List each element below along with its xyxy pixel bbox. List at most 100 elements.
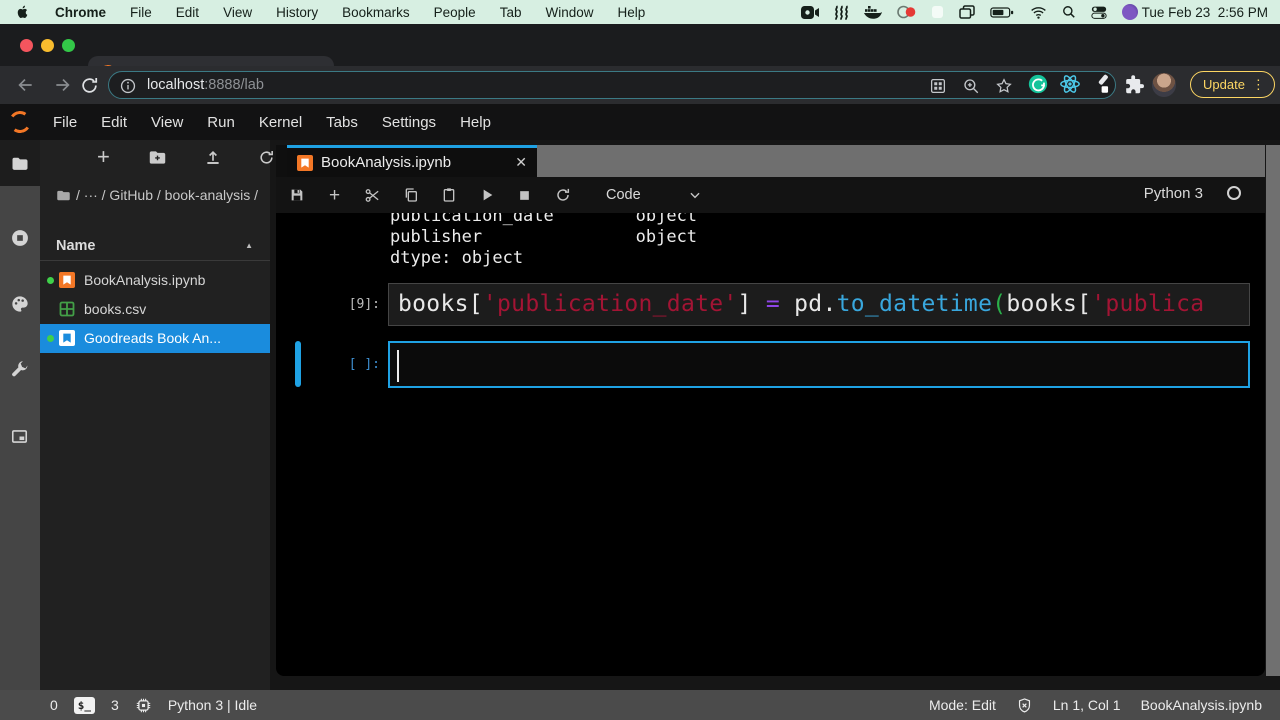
menu-chrome[interactable]: Chrome	[55, 5, 106, 20]
site-info-icon[interactable]	[119, 77, 137, 95]
notebook-content: publication_date object publisher object…	[276, 213, 1265, 676]
scrollbar-track[interactable]	[1266, 145, 1280, 676]
react-devtools-extension-icon[interactable]	[1059, 73, 1081, 95]
traffic-minimize-button[interactable]	[41, 39, 54, 52]
open-tabs-icon[interactable]	[10, 427, 30, 447]
chrome-tabstrip: JupyterLab ✕ +	[0, 24, 1280, 66]
command-mode-indicator[interactable]: Mode: Edit	[929, 697, 996, 713]
output-line: dtype: object	[390, 248, 523, 269]
cell9-editor[interactable]: books['publication_date'] = pd.to_dateti…	[388, 283, 1250, 326]
browser-menu-icon[interactable]: ⋮	[1252, 77, 1265, 93]
active-cell-editor[interactable]	[388, 341, 1250, 388]
breadcrumb-folder-icon	[56, 189, 71, 202]
spotlight-icon[interactable]	[1062, 5, 1076, 19]
menu-tab[interactable]: Tab	[500, 5, 522, 20]
cursor-position[interactable]: Ln 1, Col 1	[1053, 697, 1121, 713]
battery-icon[interactable]	[990, 6, 1015, 19]
screen-record-icon[interactable]	[897, 5, 916, 19]
notebook-tab-title: BookAnalysis.ipynb	[321, 154, 515, 171]
tab-grid-icon[interactable]	[929, 77, 947, 95]
jl-menu-help[interactable]: Help	[460, 114, 491, 131]
menu-people[interactable]: People	[434, 5, 476, 20]
menubar-clock[interactable]: Tue Feb 23 2:56 PM	[1142, 5, 1268, 20]
terminals-count[interactable]: 3	[111, 697, 119, 713]
breadcrumb[interactable]: / ··· / GitHub / book-analysis /	[56, 184, 262, 206]
upload-button[interactable]	[204, 148, 222, 166]
menu-edit[interactable]: Edit	[176, 5, 199, 20]
running-kernels-icon[interactable]	[10, 228, 30, 248]
name-column-header[interactable]: Name ▲	[40, 234, 270, 261]
docker-icon[interactable]	[864, 5, 882, 19]
menu-history[interactable]: History	[276, 5, 318, 20]
forward-button[interactable]	[52, 74, 74, 96]
notebook-tab-close-icon[interactable]: ✕	[515, 154, 527, 171]
jl-menu-run[interactable]: Run	[207, 114, 235, 131]
address-bar[interactable]: localhost:8888/lab	[108, 71, 1116, 99]
menu-bookmarks[interactable]: Bookmarks	[342, 5, 410, 20]
tabbar-empty-area	[537, 145, 1265, 177]
run-cell-button[interactable]	[478, 187, 495, 204]
back-button[interactable]	[14, 74, 36, 96]
heat-waves-icon[interactable]	[834, 5, 849, 20]
url-text: localhost:8888/lab	[147, 77, 264, 93]
jl-menu-view[interactable]: View	[151, 114, 183, 131]
paste-cells-button[interactable]	[440, 187, 457, 204]
zoom-camera-icon[interactable]	[801, 6, 819, 19]
jl-menu-tabs[interactable]: Tabs	[326, 114, 358, 131]
profile-app-icon[interactable]	[1122, 4, 1138, 20]
add-cell-button[interactable]: +	[326, 187, 343, 204]
file-row-bookanalysis[interactable]: BookAnalysis.ipynb	[40, 266, 270, 295]
kernel-status-icon[interactable]	[1227, 186, 1241, 200]
chevron-down-icon[interactable]	[688, 188, 702, 202]
window-mirror-icon[interactable]	[959, 5, 975, 19]
kernel-status-text[interactable]: Python 3 | Idle	[168, 697, 257, 713]
zoom-page-icon[interactable]	[962, 77, 980, 95]
restart-kernel-button[interactable]	[554, 187, 571, 204]
new-folder-button[interactable]	[148, 149, 167, 166]
jl-menu-file[interactable]: File	[53, 114, 77, 131]
cut-cells-button[interactable]	[364, 187, 381, 204]
menu-window[interactable]: Window	[545, 5, 593, 20]
command-palette-icon[interactable]	[10, 294, 30, 314]
grammarly-extension-icon[interactable]	[1027, 73, 1049, 95]
notebook-tab[interactable]: BookAnalysis.ipynb ✕	[287, 145, 537, 177]
trust-shield-icon[interactable]	[1016, 697, 1033, 714]
update-button[interactable]: Update ⋮	[1190, 71, 1275, 98]
file-row-bookscsv[interactable]: books.csv	[40, 295, 270, 324]
wifi-icon[interactable]	[1030, 6, 1047, 19]
jl-menu-kernel[interactable]: Kernel	[259, 114, 302, 131]
control-center-icon[interactable]	[1091, 6, 1107, 19]
active-cell-collapser[interactable]	[295, 341, 301, 387]
property-inspector-icon[interactable]	[10, 360, 30, 380]
jupyterlab-menubar: File Edit View Run Kernel Tabs Settings …	[0, 104, 1280, 140]
interrupt-kernel-button[interactable]	[516, 187, 533, 204]
jl-activity-bar	[0, 140, 40, 690]
menu-help[interactable]: Help	[617, 5, 645, 20]
screen-share-icon[interactable]	[931, 5, 944, 19]
traffic-close-button[interactable]	[20, 39, 33, 52]
chrome-toolbar: localhost:8888/lab Update ⋮	[0, 66, 1280, 104]
reload-button[interactable]	[78, 74, 100, 96]
jl-menu-settings[interactable]: Settings	[382, 114, 436, 131]
file-row-goodreads-selected[interactable]: Goodreads Book An...	[40, 324, 270, 353]
kernel-chip-icon[interactable]	[135, 697, 152, 714]
new-launcher-button[interactable]: +	[97, 146, 110, 168]
extensions-puzzle-icon[interactable]	[1123, 73, 1145, 95]
cell-type-dropdown[interactable]: Code	[606, 187, 641, 203]
copy-cells-button[interactable]	[402, 187, 419, 204]
terminal-icon[interactable]: $_	[74, 697, 95, 714]
notifications-count[interactable]: 0	[50, 697, 58, 713]
bookmark-star-icon[interactable]	[995, 77, 1013, 95]
jl-menu-edit[interactable]: Edit	[101, 114, 127, 131]
menu-file[interactable]: File	[130, 5, 152, 20]
refresh-button[interactable]	[258, 149, 275, 166]
profile-avatar[interactable]	[1152, 73, 1176, 97]
traffic-zoom-button[interactable]	[62, 39, 75, 52]
notebook-file-icon	[59, 272, 75, 288]
menu-view[interactable]: View	[223, 5, 252, 20]
marker-extension-icon[interactable]	[1092, 73, 1114, 95]
output-line: publisher object	[390, 227, 697, 248]
save-button[interactable]	[288, 187, 305, 204]
kernel-name[interactable]: Python 3	[1144, 185, 1203, 202]
file-browser-icon[interactable]	[10, 154, 30, 174]
